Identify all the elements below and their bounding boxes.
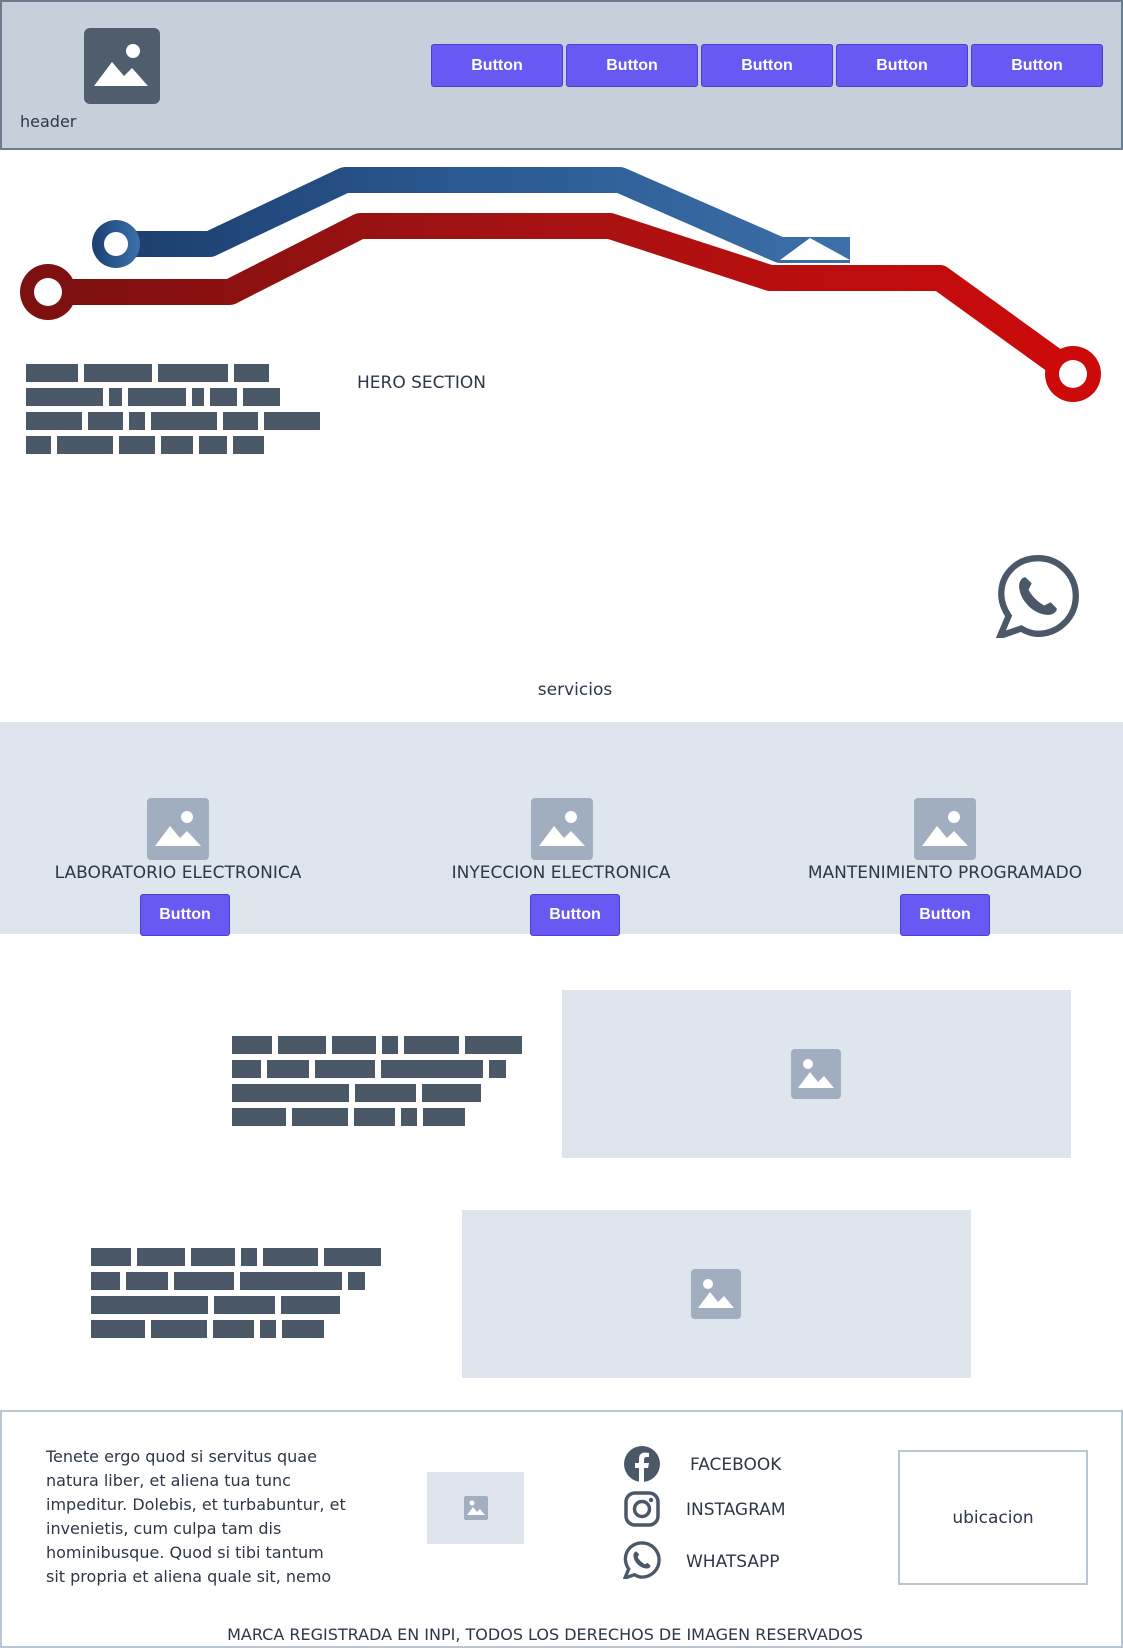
header-label: header [20,112,77,131]
instagram-link[interactable]: INSTAGRAM [686,1500,786,1520]
image-icon [463,1496,488,1520]
facebook-icon[interactable] [623,1445,661,1483]
whatsapp-link[interactable]: WHATSAPP [686,1552,780,1572]
feature-text-placeholder [232,1036,532,1132]
copyright-text: MARCA REGISTRADA EN INPI, TODOS LOS DERE… [227,1625,863,1644]
whatsapp-icon[interactable] [623,1541,661,1579]
nav-button-5[interactable]: Button [971,44,1103,87]
service-button-2[interactable]: Button [530,894,620,936]
service-image-icon [147,798,209,860]
image-icon [791,1049,841,1099]
nav-button-2[interactable]: Button [566,44,698,87]
service-title-2: INYECCION ELECTRONICA [451,863,671,883]
footer-image [427,1472,524,1544]
hero-title: HERO SECTION [357,373,487,393]
service-button-3[interactable]: Button [900,894,990,936]
hero-text-placeholder [26,364,326,460]
feature-text-placeholder [91,1248,391,1344]
whatsapp-float-icon[interactable] [996,554,1080,638]
service-image-icon [531,798,593,860]
location-map-box[interactable]: ubicacion [898,1450,1088,1585]
nav-button-1[interactable]: Button [431,44,563,87]
footer-description: Tenete ergo quod si servitus quae natura… [46,1447,346,1586]
feature-image [562,990,1071,1158]
instagram-icon[interactable] [623,1490,661,1528]
location-label: ubicacion [952,1507,1034,1528]
logo-image-icon[interactable] [84,28,160,104]
service-title-3: MANTENIMIENTO PROGRAMADO [807,863,1083,883]
nav-button-4[interactable]: Button [836,44,968,87]
services-title: servicios [537,680,613,700]
facebook-link[interactable]: FACEBOOK [690,1455,781,1475]
nav-button-3[interactable]: Button [701,44,833,87]
service-image-icon [914,798,976,860]
feature-image [462,1210,971,1378]
service-button-1[interactable]: Button [140,894,230,936]
service-title-1: LABORATORIO ELECTRONICA [54,863,302,883]
image-icon [691,1269,741,1319]
